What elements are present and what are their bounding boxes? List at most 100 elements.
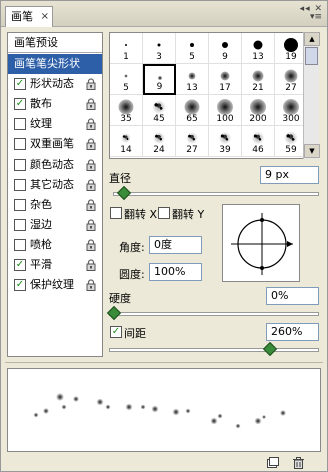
- scroll-down-icon[interactable]: ▼: [304, 144, 320, 158]
- brush-grid-scrollbar[interactable]: ▲ ▼: [303, 32, 320, 159]
- brush-tip-icon: [284, 131, 298, 145]
- brush-tip-icon: [186, 132, 198, 144]
- brush-tip-icon: [217, 99, 233, 115]
- brush-tip[interactable]: 65: [176, 95, 209, 126]
- brush-tip-size: 46: [252, 145, 264, 155]
- spacing-slider-thumb[interactable]: [262, 341, 278, 357]
- flip-y-checkbox[interactable]: [158, 207, 170, 219]
- brush-tip[interactable]: 9: [143, 64, 176, 95]
- sidebar-item[interactable]: 杂色: [8, 195, 102, 215]
- brush-tip[interactable]: 13: [176, 64, 209, 95]
- sidebar-item-label: 画笔笔尖形状: [14, 57, 80, 70]
- sidebar-item-label: 形状动态: [30, 77, 74, 91]
- lock-icon[interactable]: [86, 219, 96, 231]
- sidebar-item-checkbox[interactable]: ✓: [14, 98, 26, 111]
- sidebar-item-checkbox[interactable]: [14, 198, 26, 211]
- sidebar-item-checkbox[interactable]: [14, 118, 26, 131]
- brush-tip-icon: [252, 70, 264, 82]
- spacing-checkbox[interactable]: ✓: [110, 326, 122, 338]
- diameter-slider-track[interactable]: [113, 192, 319, 196]
- sidebar-item[interactable]: ✓ 保护纹理: [8, 275, 102, 295]
- sidebar-item[interactable]: 其它动态: [8, 175, 102, 195]
- trash-icon[interactable]: [292, 457, 305, 469]
- brush-tip-size: 9: [156, 82, 163, 92]
- sidebar-item-checkbox[interactable]: [14, 178, 26, 191]
- lock-icon[interactable]: [86, 158, 96, 171]
- brush-tip-size: 5: [123, 83, 129, 93]
- lock-icon[interactable]: [86, 138, 96, 151]
- sidebar-item-label: 其它动态: [30, 177, 74, 191]
- sidebar-item-checkbox[interactable]: [14, 238, 26, 251]
- lock-icon[interactable]: [86, 279, 96, 292]
- lock-icon[interactable]: [86, 118, 96, 131]
- brush-tip[interactable]: 5: [176, 33, 209, 64]
- brush-tip[interactable]: 13: [242, 33, 275, 64]
- sidebar-item[interactable]: ✓ 散布: [8, 94, 102, 114]
- sidebar-item-checkbox[interactable]: [14, 218, 26, 231]
- tab-brush[interactable]: 画笔 ×: [5, 6, 53, 27]
- flip-y-label: 翻转 Y: [172, 208, 205, 221]
- lock-icon[interactable]: [86, 259, 96, 271]
- diameter-slider-thumb[interactable]: [116, 185, 131, 201]
- brush-tip[interactable]: 45: [143, 95, 176, 126]
- angle-roundness-preview[interactable]: [222, 204, 300, 282]
- sidebar-item-checkbox[interactable]: ✓: [14, 78, 26, 91]
- brush-tip[interactable]: 1: [110, 33, 143, 64]
- sidebar-item[interactable]: 纹理: [8, 114, 102, 134]
- spacing-field[interactable]: 260%: [266, 323, 319, 341]
- new-preset-icon[interactable]: [266, 457, 279, 469]
- sidebar-item[interactable]: 画笔笔尖形状: [8, 54, 102, 74]
- sidebar-item-checkbox[interactable]: ✓: [14, 279, 26, 292]
- brush-tip-icon: [250, 99, 266, 115]
- brush-tip[interactable]: 9: [209, 33, 242, 64]
- sidebar-item[interactable]: 颜色动态: [8, 155, 102, 175]
- brush-tip-size: 17: [219, 83, 231, 93]
- brush-tip-icon: [218, 131, 232, 145]
- lock-icon[interactable]: [86, 98, 96, 111]
- sidebar-item-checkbox[interactable]: ✓: [14, 259, 26, 271]
- tab-close-icon[interactable]: ×: [41, 7, 49, 26]
- scroll-up-icon[interactable]: ▲: [304, 32, 320, 46]
- lock-icon[interactable]: [86, 239, 96, 251]
- brush-tip[interactable]: 35: [110, 95, 143, 126]
- flip-x-checkbox[interactable]: [110, 207, 122, 219]
- brush-tip-icon: [184, 99, 200, 115]
- sidebar-item-checkbox[interactable]: [14, 158, 26, 171]
- diameter-field[interactable]: 9 px: [260, 166, 319, 184]
- brush-tip-size: 200: [249, 114, 267, 124]
- brush-tip-size: 45: [153, 114, 165, 124]
- angle-field[interactable]: 0度: [149, 236, 202, 254]
- panel-title-bar: 画笔 × ◂◂ ✕ ▾≡: [1, 1, 327, 27]
- brush-presets-button[interactable]: 画笔预设: [8, 33, 102, 53]
- hardness-slider-track[interactable]: [109, 312, 319, 316]
- sidebar-item[interactable]: 喷枪: [8, 235, 102, 255]
- brush-tip[interactable]: 17: [209, 64, 242, 95]
- sidebar-item[interactable]: 湿边: [8, 215, 102, 235]
- brush-tip[interactable]: 39: [209, 126, 242, 157]
- scroll-thumb[interactable]: [305, 47, 318, 65]
- lock-icon[interactable]: [86, 199, 96, 211]
- sidebar-item-checkbox[interactable]: [14, 138, 26, 151]
- sidebar-item[interactable]: ✓ 平滑: [8, 255, 102, 275]
- sidebar-item[interactable]: ✓ 形状动态: [8, 74, 102, 94]
- panel-menu-icon[interactable]: ▾≡: [310, 12, 322, 22]
- angle-label: 角度:: [119, 241, 145, 254]
- hardness-field[interactable]: 0%: [266, 287, 319, 305]
- sidebar-item[interactable]: 双重画笔: [8, 134, 102, 154]
- brush-tip[interactable]: 100: [209, 95, 242, 126]
- roundness-field[interactable]: 100%: [149, 263, 202, 281]
- lock-icon[interactable]: [86, 78, 96, 91]
- brush-tip-size: 9: [222, 52, 228, 62]
- brush-tip[interactable]: 200: [242, 95, 275, 126]
- brush-tip[interactable]: 5: [110, 64, 143, 95]
- hardness-slider-thumb[interactable]: [106, 305, 122, 321]
- lock-icon[interactable]: [86, 179, 96, 191]
- brush-tip[interactable]: 24: [143, 126, 176, 157]
- brush-tip[interactable]: 3: [143, 33, 176, 64]
- brush-tip[interactable]: 27: [176, 126, 209, 157]
- brush-tip[interactable]: 46: [242, 126, 275, 157]
- angle-crosshair-icon: [231, 213, 293, 275]
- brush-tip[interactable]: 21: [242, 64, 275, 95]
- brush-tip[interactable]: 14: [110, 126, 143, 157]
- spacing-slider-track[interactable]: [109, 348, 319, 352]
